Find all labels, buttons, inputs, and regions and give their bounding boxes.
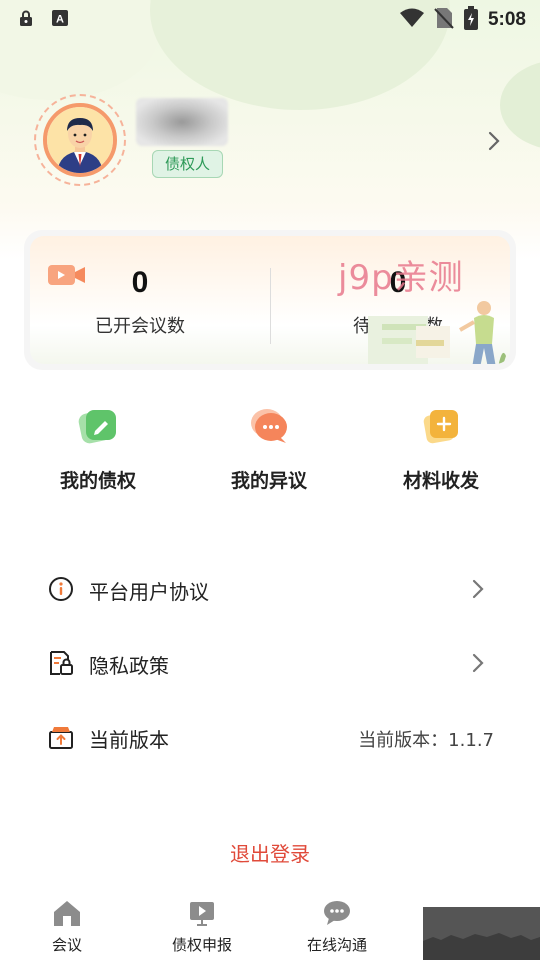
version-value: 当前版本：1.1.7 bbox=[358, 730, 494, 751]
presentation-icon bbox=[190, 902, 214, 926]
quick-action-my-objections[interactable]: 我的异议 bbox=[199, 406, 339, 493]
edit-icon bbox=[78, 410, 116, 444]
svg-text:A: A bbox=[56, 14, 64, 26]
quick-action-label: 材料收发 bbox=[402, 470, 479, 492]
role-badge: 债权人 bbox=[152, 150, 224, 178]
status-bar: A 5:08 bbox=[0, 0, 540, 36]
version-icon bbox=[49, 727, 73, 749]
chat-bubble-icon bbox=[324, 901, 350, 925]
nav-meetings[interactable]: 会议 bbox=[2, 900, 132, 955]
decorative-illustration bbox=[368, 301, 506, 364]
wifi-icon bbox=[399, 8, 424, 32]
info-icon bbox=[49, 577, 73, 601]
text-a-icon: A bbox=[50, 9, 70, 27]
quick-actions: 我的债权 我的异议 材料收发 bbox=[0, 406, 540, 496]
stat-held-meetings: 0 已开会议数 bbox=[30, 266, 250, 338]
nav-label: 债权申报 bbox=[171, 936, 232, 954]
home-icon bbox=[54, 901, 80, 926]
nav-claim-declaration[interactable]: 债权申报 bbox=[137, 900, 267, 955]
privacy-icon bbox=[50, 651, 73, 675]
watermark-text: j9p亲测 bbox=[338, 258, 464, 298]
menu-privacy-policy[interactable]: 隐私政策 bbox=[0, 634, 540, 694]
stat-label: 已开会议数 bbox=[95, 316, 185, 337]
lock-icon bbox=[16, 9, 36, 27]
menu-label: 隐私政策 bbox=[89, 654, 169, 678]
menu-label: 当前版本 bbox=[89, 728, 169, 752]
quick-action-label: 我的异议 bbox=[230, 470, 307, 492]
avatar[interactable] bbox=[34, 94, 126, 186]
nav-label: 会议 bbox=[51, 936, 82, 954]
logout-button[interactable]: 退出登录 bbox=[0, 838, 540, 867]
screenshot-overlay-thumbnail bbox=[423, 907, 540, 960]
quick-action-label: 我的债权 bbox=[59, 470, 136, 492]
no-sim-icon bbox=[434, 7, 454, 33]
add-doc-icon bbox=[423, 410, 458, 444]
nav-label: 在线沟通 bbox=[306, 936, 367, 954]
user-name-blurred bbox=[136, 98, 228, 146]
menu-user-agreement[interactable]: 平台用户协议 bbox=[0, 560, 540, 620]
chat-icon bbox=[251, 409, 287, 443]
stat-value: 0 bbox=[131, 266, 149, 299]
user-avatar-icon bbox=[47, 107, 113, 173]
divider bbox=[270, 268, 271, 344]
menu-current-version[interactable]: 当前版本 当前版本：1.1.7 bbox=[0, 708, 540, 768]
chevron-right-icon bbox=[472, 578, 484, 604]
quick-action-my-claims[interactable]: 我的债权 bbox=[28, 406, 168, 493]
quick-action-materials[interactable]: 材料收发 bbox=[371, 406, 511, 493]
nav-online-chat[interactable]: 在线沟通 bbox=[272, 900, 402, 955]
menu-label: 平台用户协议 bbox=[89, 580, 209, 604]
chevron-right-icon[interactable] bbox=[488, 130, 500, 156]
chevron-right-icon bbox=[472, 652, 484, 678]
battery-icon bbox=[463, 6, 478, 34]
clock: 5:08 bbox=[487, 9, 526, 30]
